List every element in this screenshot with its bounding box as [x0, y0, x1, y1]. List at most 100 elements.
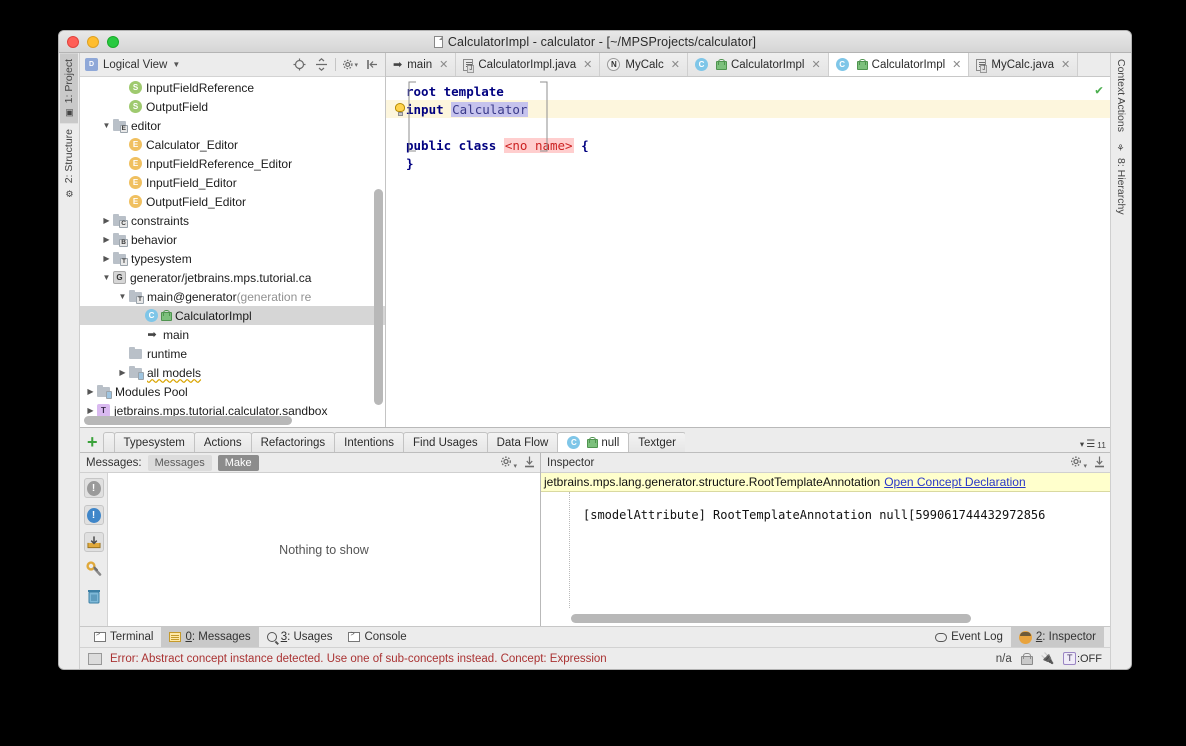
tree-node[interactable]: ▸ECalculator_Editor	[80, 135, 385, 154]
tool-tab[interactable]: Actions	[194, 432, 252, 452]
tree-node[interactable]: ▸SInputFieldReference	[80, 78, 385, 97]
chevron-right-icon[interactable]: ▶	[100, 216, 113, 225]
close-icon[interactable]: ✕	[583, 58, 592, 71]
chevron-down-icon[interactable]: ▼	[100, 121, 113, 130]
editor-tab[interactable]: CCalculatorImpl✕	[829, 53, 970, 76]
add-tool-tab-button[interactable]: +	[84, 433, 103, 452]
tree-node[interactable]: ▸runtime	[80, 344, 385, 363]
chevron-down-icon[interactable]: ▼	[116, 292, 129, 301]
bottom-tab-inspector[interactable]: 2: Inspector	[1011, 627, 1104, 647]
minimize-window-button[interactable]	[87, 36, 99, 48]
editor-tab[interactable]: CCalculatorImpl✕	[688, 53, 829, 76]
editor-tab[interactable]: MyCalc.java✕	[969, 53, 1078, 76]
chevron-right-icon[interactable]: ▶	[100, 235, 113, 244]
close-icon[interactable]: ✕	[952, 58, 961, 71]
info-filter-icon[interactable]: !	[84, 505, 104, 525]
gear-icon[interactable]: ▾	[342, 57, 358, 73]
messages-subtab-messages[interactable]: Messages	[148, 455, 212, 471]
tree-node-label: runtime	[147, 347, 187, 361]
messages-subtab-make[interactable]: Make	[218, 455, 259, 471]
tool-tab[interactable]: Intentions	[334, 432, 404, 452]
gear-icon[interactable]: ▾	[1070, 455, 1087, 471]
inspection-ok-icon[interactable]: ✔	[1095, 83, 1103, 98]
sidebar-item-project[interactable]: ▣ 1: Project	[60, 53, 78, 123]
bottom-tab-terminal[interactable]: Terminal	[86, 627, 161, 647]
settings-wrench-icon[interactable]	[84, 559, 104, 579]
tool-tab-label: Data Flow	[497, 437, 549, 449]
close-window-button[interactable]	[67, 36, 79, 48]
tree-node[interactable]: ▸CCalculatorImpl	[80, 306, 385, 325]
open-concept-declaration-link[interactable]: Open Concept Declaration	[884, 475, 1025, 489]
editor-aspect-icon: E	[129, 176, 142, 189]
close-icon[interactable]: ✕	[1061, 58, 1070, 71]
maximize-window-button[interactable]	[107, 36, 119, 48]
tool-tab[interactable]: Data Flow	[487, 432, 559, 452]
chevron-right-icon[interactable]: ▶	[116, 368, 129, 377]
editor-tab[interactable]: NMyCalc✕	[600, 53, 688, 76]
editor-area[interactable]: root templateinput Calculator public cla…	[386, 77, 1110, 427]
tree-node[interactable]: ▼Tmain@generator (generation re	[80, 287, 385, 306]
tool-tab[interactable]: Find Usages	[403, 432, 488, 452]
tree-horizontal-scrollbar[interactable]	[84, 416, 371, 425]
locate-icon[interactable]	[291, 57, 307, 73]
close-icon[interactable]: ✕	[671, 58, 680, 71]
tree-node[interactable]: ▼Eeditor	[80, 116, 385, 135]
tree-node[interactable]: ▸EInputFieldReference_Editor	[80, 154, 385, 173]
tree-vertical-scroll-thumb[interactable]	[374, 189, 383, 405]
editor-tab[interactable]: ➡main✕	[386, 53, 456, 76]
trash-icon[interactable]	[84, 586, 104, 606]
chevron-right-icon[interactable]: ▶	[84, 387, 97, 396]
tree-node-label: InputFieldReference_Editor	[146, 157, 292, 171]
window-controls[interactable]	[67, 36, 119, 48]
view-selector[interactable]: D Logical View ▼	[85, 58, 180, 71]
close-icon[interactable]: ✕	[439, 58, 448, 71]
hide-panel-icon[interactable]	[1093, 455, 1106, 471]
status-indicator-box[interactable]	[88, 653, 102, 665]
memory-plug-icon[interactable]: 🔌	[1041, 652, 1055, 665]
bottom-tab-event-log[interactable]: Event Log	[927, 627, 1011, 647]
tree-vertical-scrollbar[interactable]	[374, 81, 383, 397]
tool-tab-overflow[interactable]: ▾ ☰ 11	[1078, 439, 1110, 452]
tree-node[interactable]: ▸EOutputField_Editor	[80, 192, 385, 211]
gear-icon[interactable]: ▾	[500, 455, 517, 471]
tree-node[interactable]: ▶·Modules Pool	[80, 382, 385, 401]
lock-icon	[716, 59, 726, 70]
tool-tab[interactable]: Typesystem	[114, 432, 195, 452]
tool-tab[interactable]: Textger	[628, 432, 685, 452]
chevron-right-icon[interactable]: ▶	[84, 406, 97, 415]
tree-node[interactable]: ▶Bbehavior	[80, 230, 385, 249]
hide-panel-icon[interactable]	[523, 455, 536, 471]
bottom-tab-messages[interactable]: 0: Messages	[161, 627, 258, 647]
tool-tab[interactable]	[103, 432, 115, 452]
bottom-tab-usages[interactable]: 3: Usages	[259, 627, 341, 647]
error-filter-icon[interactable]: !	[84, 478, 104, 498]
sidebar-item-structure[interactable]: ⚙ 2: Structure	[60, 123, 78, 203]
sidebar-item-hierarchy[interactable]: ⚘ 8: Hierarchy	[1112, 138, 1130, 221]
export-icon[interactable]	[84, 532, 104, 552]
inspector-horizontal-scrollbar[interactable]	[571, 614, 1096, 623]
toggle-t-badge[interactable]: T :OFF	[1063, 652, 1102, 665]
hide-panel-icon[interactable]	[364, 57, 380, 73]
code-line[interactable]: }	[406, 155, 1110, 173]
bottom-tab-console[interactable]: Console	[340, 627, 414, 647]
tool-tab[interactable]: Cnull	[557, 432, 629, 452]
tree-node[interactable]: ▶Cconstraints	[80, 211, 385, 230]
project-tree[interactable]: ▸SInputFieldReference▸SOutputField▼Eedit…	[80, 77, 385, 427]
chevron-down-icon[interactable]: ▼	[100, 273, 113, 282]
close-icon[interactable]: ✕	[811, 58, 820, 71]
chevron-right-icon[interactable]: ▶	[100, 254, 113, 263]
tool-tab[interactable]: Refactorings	[251, 432, 336, 452]
lock-icon[interactable]	[1021, 653, 1032, 665]
tree-node[interactable]: ▶Ttypesystem	[80, 249, 385, 268]
inspector-body[interactable]: [smodelAttribute] RootTemplateAnnotation…	[541, 492, 1110, 626]
tree-node[interactable]: ▸EInputField_Editor	[80, 173, 385, 192]
editor-tab[interactable]: CalculatorImpl.java✕	[456, 53, 600, 76]
tree-horizontal-scroll-thumb[interactable]	[84, 416, 292, 425]
collapse-all-icon[interactable]	[313, 57, 329, 73]
sidebar-item-context-actions[interactable]: Context Actions	[1112, 53, 1130, 138]
tree-node[interactable]: ▼Ggenerator/jetbrains.mps.tutorial.ca	[80, 268, 385, 287]
tree-node[interactable]: ▶·all models	[80, 363, 385, 382]
tree-node[interactable]: ▸➡main	[80, 325, 385, 344]
inspector-horizontal-scroll-thumb[interactable]	[571, 614, 971, 623]
tree-node[interactable]: ▸SOutputField	[80, 97, 385, 116]
